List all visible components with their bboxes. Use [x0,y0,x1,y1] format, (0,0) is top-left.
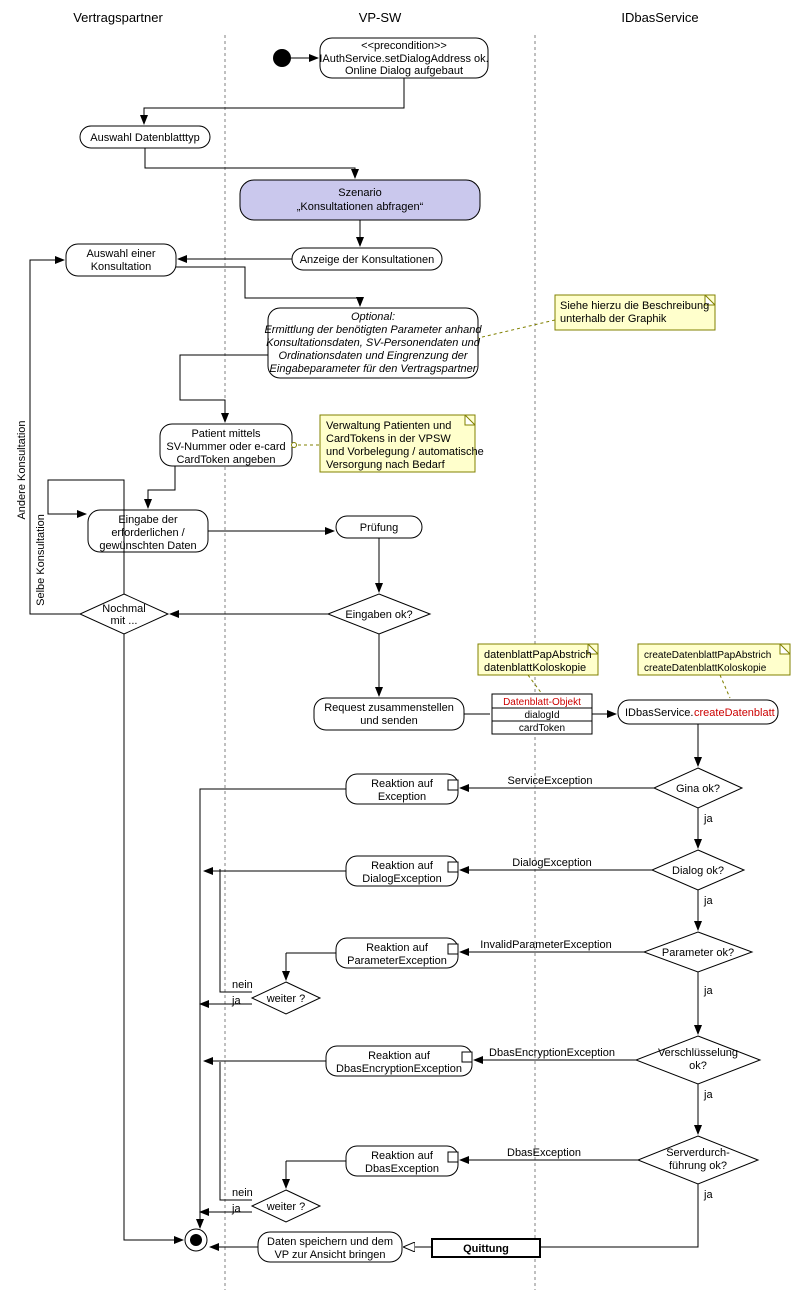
svg-text:Andere Konsultation: Andere Konsultation [16,420,28,519]
svg-text:unterhalb der Graphik: unterhalb der Graphik [560,313,667,325]
svg-text:ok?: ok? [689,1060,707,1072]
svg-text:Eingabe der: Eingabe der [118,514,178,526]
svg-text:Szenario: Szenario [338,187,381,199]
svg-text:ja: ja [703,1189,713,1201]
svg-text:IAuthService.setDialogAddress: IAuthService.setDialogAddress ok. [319,53,488,65]
svg-text:ja: ja [703,985,713,997]
svg-text:SV-Nummer oder e-card: SV-Nummer oder e-card [166,441,285,453]
lane-header-idbasservice: IDbasService [621,10,698,25]
svg-text:Anzeige der Konsultationen: Anzeige der Konsultationen [300,254,435,266]
svg-text:Request zusammenstellen: Request zusammenstellen [324,702,454,714]
svg-text:Reaktion auf: Reaktion auf [366,942,429,954]
svg-text:und senden: und senden [360,715,418,727]
svg-text:ja: ja [231,1203,241,1215]
svg-text:Konsultation: Konsultation [91,261,152,273]
svg-text:Nochmal: Nochmal [102,603,145,615]
svg-text:DbasEncryptionException: DbasEncryptionException [489,1047,615,1059]
svg-text:gewünschten Daten: gewünschten Daten [99,540,196,552]
svg-text:führung ok?: führung ok? [669,1160,727,1172]
svg-text:Versorgung nach Bedarf: Versorgung nach Bedarf [326,459,446,471]
svg-text:ja: ja [231,995,241,1007]
svg-text:IDbasService.: IDbasService. [625,707,693,719]
svg-text:„Konsultationen abfragen“: „Konsultationen abfragen“ [297,201,424,213]
svg-text:Verschlüsselung: Verschlüsselung [658,1047,738,1059]
svg-text:dialogId: dialogId [524,710,559,721]
initial-node [273,49,291,67]
svg-text:Gina ok?: Gina ok? [676,783,720,795]
svg-text:Eingabeparameter für den Vertr: Eingabeparameter für den Vertragspartner [270,363,478,375]
svg-text:mit ...: mit ... [111,615,138,627]
svg-text:InvalidParameterException: InvalidParameterException [480,939,611,951]
svg-text:Eingaben ok?: Eingaben ok? [345,609,412,621]
svg-text:VP zur Ansicht bringen: VP zur Ansicht bringen [274,1249,385,1261]
lane-header-vertragspartner: Vertragspartner [73,10,163,25]
svg-text:CardToken angeben: CardToken angeben [176,454,275,466]
svg-text:DialogException: DialogException [512,857,592,869]
svg-text:Siehe hierzu die Beschreibung: Siehe hierzu die Beschreibung [560,300,709,312]
svg-text:Verwaltung Patienten und: Verwaltung Patienten und [326,420,451,432]
svg-text:DbasEncryptionException: DbasEncryptionException [336,1063,462,1075]
scenario-box [240,180,480,220]
svg-text:nein: nein [232,1187,253,1199]
svg-text:erforderlichen /: erforderlichen / [111,527,185,539]
activity-diagram: Vertragspartner VP-SW IDbasService <<pre… [0,0,800,1298]
svg-text:DbasException: DbasException [507,1147,581,1159]
svg-text:und Vorbelegung / automatische: und Vorbelegung / automatische [326,446,484,458]
svg-text:Serverdurch-: Serverdurch- [666,1147,730,1159]
svg-text:datenblattPapAbstrich: datenblattPapAbstrich [484,649,592,661]
svg-text:Optional:: Optional: [351,311,395,323]
svg-text:nein: nein [232,979,253,991]
svg-text:ja: ja [703,1089,713,1101]
svg-text:Ordinationsdaten und Eingrenzu: Ordinationsdaten und Eingrenzung der [279,350,469,362]
svg-text:weiter ?: weiter ? [266,1201,306,1213]
svg-text:<<precondition>>: <<precondition>> [361,40,447,52]
svg-text:Selbe Konsultation: Selbe Konsultation [35,514,47,606]
svg-text:ja: ja [703,895,713,907]
svg-text:Exception: Exception [378,791,426,803]
svg-text:CardTokens in der VPSW: CardTokens in der VPSW [326,433,451,445]
svg-text:Prüfung: Prüfung [360,522,399,534]
svg-text:Ermittlung der benötigten Para: Ermittlung der benötigten Parameter anha… [264,324,482,336]
svg-text:Daten speichern und dem: Daten speichern und dem [267,1236,393,1248]
svg-text:Reaktion auf: Reaktion auf [368,1050,431,1062]
svg-text:Reaktion auf: Reaktion auf [371,1150,434,1162]
svg-text:Quittung: Quittung [463,1243,509,1255]
svg-text:DialogException: DialogException [362,873,442,885]
svg-text:Datenblatt-Objekt: Datenblatt-Objekt [503,697,581,708]
svg-text:Auswahl Datenblatttyp: Auswahl Datenblatttyp [90,132,199,144]
svg-text:ja: ja [703,813,713,825]
svg-text:Patient mittels: Patient mittels [191,428,261,440]
svg-text:Parameter ok?: Parameter ok? [662,947,734,959]
svg-text:Reaktion auf: Reaktion auf [371,778,434,790]
svg-text:Online Dialog aufgebaut: Online Dialog aufgebaut [345,65,463,77]
svg-text:Dialog ok?: Dialog ok? [672,865,724,877]
svg-text:DbasException: DbasException [365,1163,439,1175]
svg-text:Konsultationsdaten, SV-Persone: Konsultationsdaten, SV-Personendaten und [266,337,481,349]
svg-text:ServiceException: ServiceException [508,775,593,787]
svg-text:ParameterException: ParameterException [347,955,447,967]
svg-text:Auswahl einer: Auswahl einer [86,248,155,260]
svg-text:createDatenblatt: createDatenblatt [694,707,775,719]
lane-header-vpsw: VP-SW [359,10,402,25]
svg-text:createDatenblattKoloskopie: createDatenblattKoloskopie [644,663,767,674]
svg-text:datenblattKoloskopie: datenblattKoloskopie [484,662,586,674]
svg-text:Reaktion auf: Reaktion auf [371,860,434,872]
svg-text:weiter ?: weiter ? [266,993,306,1005]
svg-text:cardToken: cardToken [519,723,565,734]
svg-text:createDatenblattPapAbstrich: createDatenblattPapAbstrich [644,650,771,661]
